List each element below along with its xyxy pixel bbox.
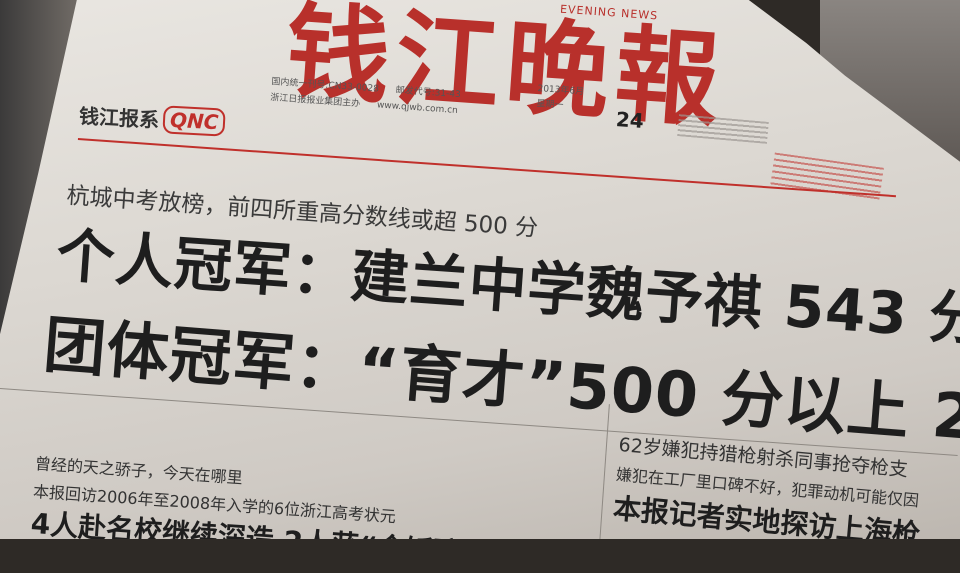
page-count: 24 [615,107,645,133]
issue-date: 2013年6月 星期一 [536,82,585,115]
qnc-logo: QNC [162,104,227,137]
postal-code-text: 邮发代号:31-43 [395,85,462,101]
publisher-text: 浙江日报报业集团主办 [269,92,361,110]
press-group-logo: 钱江报系 QNC [78,100,227,137]
left-story: 曾经的天之骄子，今天在哪里 本报回访2006年至2008年入学的6位浙江高考状元… [30,450,485,539]
masthead-title: 钱江晚報 [281,0,730,143]
press-group-name: 钱江报系 [78,103,160,133]
newspaper-page: 钱江晚報 EVENING NEWS 钱江报系 QNC 国内统一刊号:CN33-0… [0,0,960,539]
website-text: www.qjwb.com.cn [376,100,459,117]
